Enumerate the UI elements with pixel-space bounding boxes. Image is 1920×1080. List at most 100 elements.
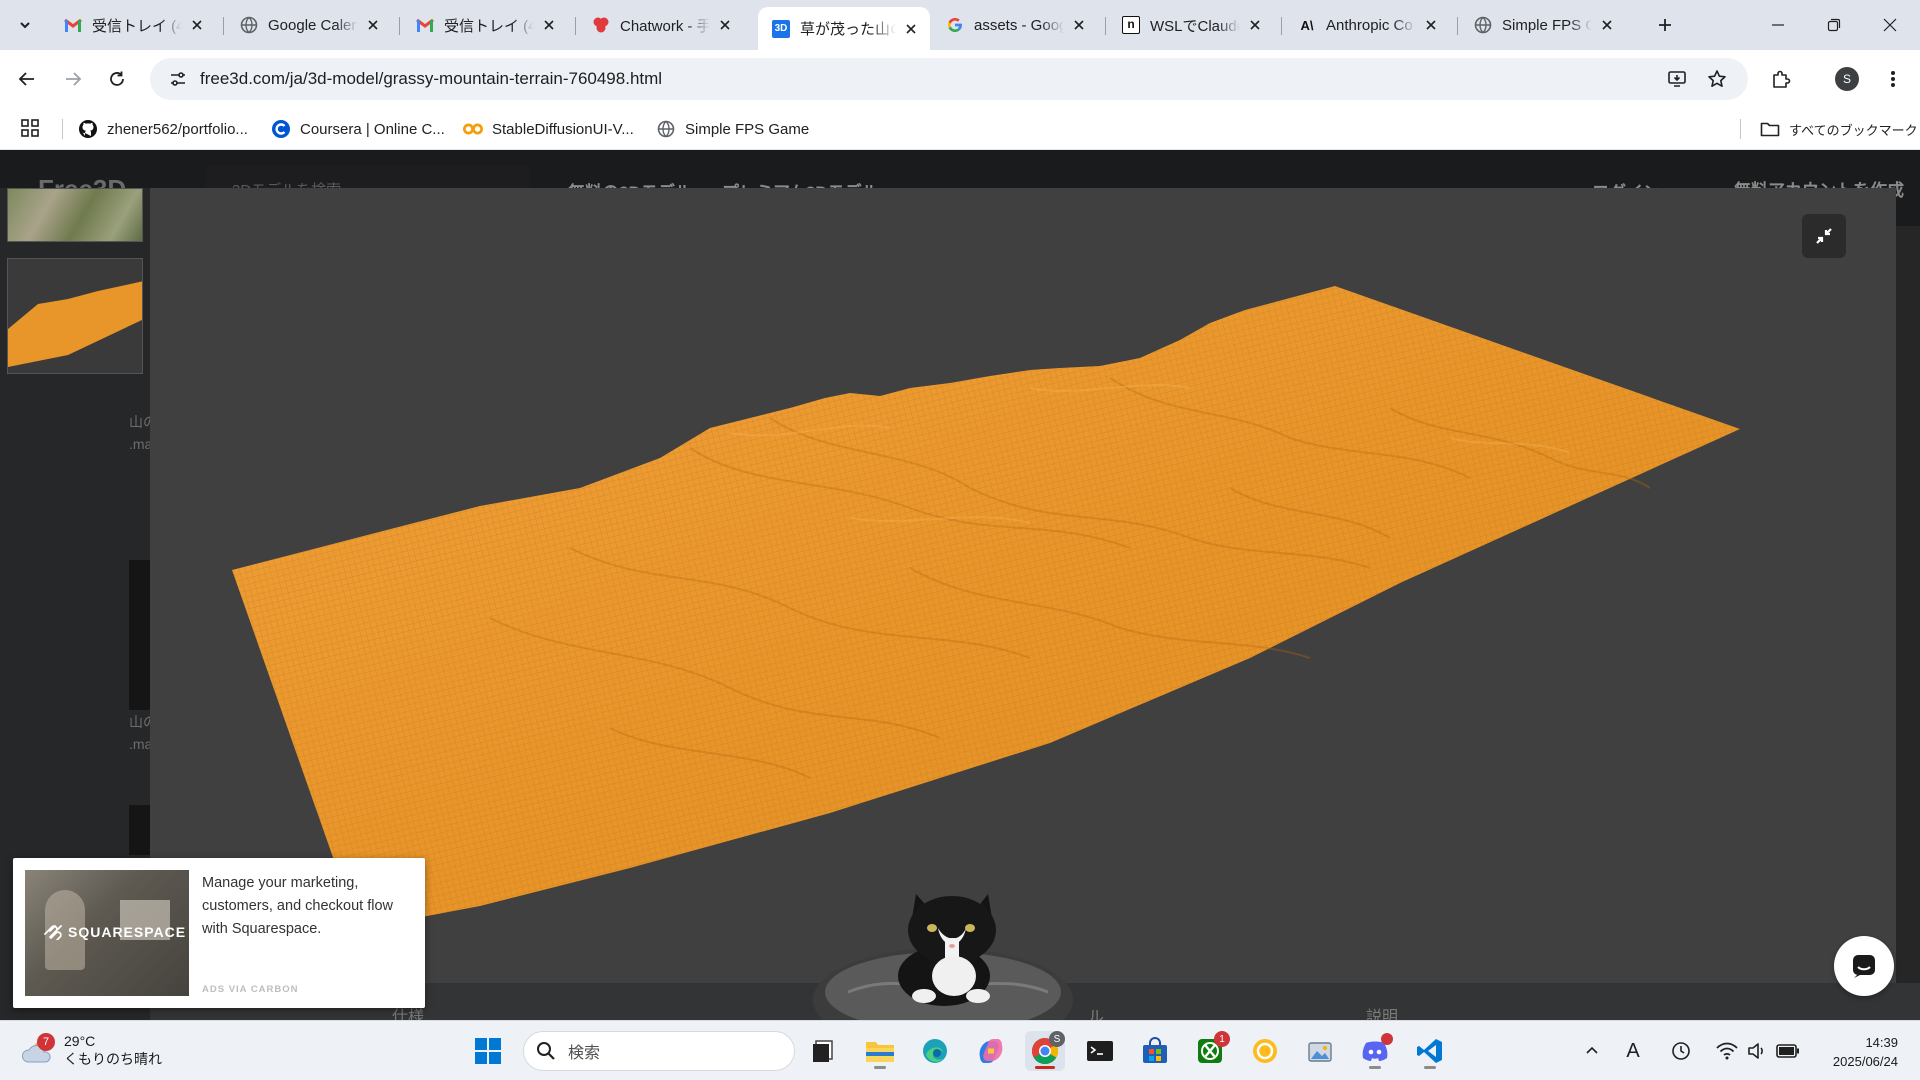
- bookmark-label: StableDiffusionUI-V...: [492, 120, 634, 138]
- close-icon[interactable]: [364, 16, 382, 34]
- ad-text[interactable]: Manage your marketing, customers, and ch…: [202, 872, 412, 941]
- norton-button[interactable]: [1245, 1031, 1285, 1071]
- weather-widget[interactable]: 7 29°C くもりのち晴れ: [20, 1029, 162, 1073]
- close-icon[interactable]: [188, 16, 206, 34]
- profile-button[interactable]: S: [1830, 62, 1864, 96]
- bookmark-simple-fps[interactable]: Simple FPS Game: [656, 108, 809, 150]
- close-icon[interactable]: [1070, 16, 1088, 34]
- thumbnail-textured[interactable]: [7, 188, 143, 242]
- close-icon[interactable]: [1246, 16, 1264, 34]
- start-button[interactable]: [468, 1031, 508, 1071]
- terrain-thumbnail-icon: [8, 281, 142, 367]
- discord-notification-dot: [1381, 1033, 1393, 1045]
- close-icon[interactable]: [1598, 16, 1616, 34]
- tab-simple-fps[interactable]: Simple FPS G: [1460, 7, 1626, 43]
- tab-google-calendar[interactable]: Google Calen: [226, 7, 392, 43]
- close-icon[interactable]: [540, 16, 558, 34]
- volume-status[interactable]: [1744, 1031, 1770, 1071]
- ad-image[interactable]: SQUARESPACE: [25, 870, 189, 996]
- tab-chatwork[interactable]: Chatwork - 手: [578, 7, 744, 43]
- site-info-icon[interactable]: [158, 58, 198, 100]
- taskbar: 7 29°C くもりのち晴れ 検索 S 1 A 14:39 2025/06/24: [0, 1020, 1920, 1080]
- weather-description: くもりのち晴れ: [64, 1051, 162, 1067]
- xbox-button[interactable]: 1: [1190, 1031, 1230, 1071]
- discord-button[interactable]: [1355, 1031, 1395, 1071]
- running-indicator: [1424, 1066, 1436, 1069]
- taskview-icon: [813, 1040, 833, 1062]
- taskview-button[interactable]: [803, 1031, 843, 1071]
- close-window-button[interactable]: [1862, 0, 1918, 50]
- sidebar-preview: [129, 805, 150, 855]
- xbox-notification-badge: 1: [1214, 1031, 1230, 1047]
- bookmarks-bar: zhener562/portfolio... Coursera | Online…: [0, 108, 1920, 150]
- tray-overflow-button[interactable]: [1580, 1031, 1604, 1071]
- address-bar[interactable]: free3d.com/ja/3d-model/grassy-mountain-t…: [150, 58, 1748, 100]
- battery-status[interactable]: [1774, 1031, 1802, 1071]
- close-icon[interactable]: [716, 16, 734, 34]
- collapse-icon: [1816, 228, 1832, 244]
- forward-button[interactable]: [56, 62, 90, 96]
- tab-gmail-1[interactable]: 受信トレイ (45: [50, 7, 216, 43]
- install-app-button[interactable]: [1660, 58, 1694, 100]
- globe-icon: [1474, 16, 1492, 34]
- vscode-button[interactable]: [1410, 1031, 1450, 1071]
- bookmark-label: zhener562/portfolio...: [107, 120, 248, 138]
- edge-button[interactable]: [915, 1031, 955, 1071]
- folder-icon: [1760, 119, 1780, 139]
- running-indicator: [874, 1066, 886, 1069]
- chrome-profile-badge: S: [1049, 1031, 1065, 1047]
- minimize-button[interactable]: [1750, 0, 1806, 50]
- focus-button[interactable]: [1668, 1031, 1694, 1071]
- search-icon: [537, 1042, 555, 1060]
- photos-button[interactable]: [1300, 1031, 1340, 1071]
- new-tab-button[interactable]: [1650, 10, 1680, 40]
- reload-button[interactable]: [100, 62, 134, 96]
- squarespace-logo: SQUARESPACE: [43, 924, 186, 940]
- tab-wsl-claude[interactable]: n WSLでClaude: [1108, 7, 1274, 43]
- norton-icon: [1253, 1039, 1277, 1063]
- ad-via-label[interactable]: ADS VIA CARBON: [202, 984, 299, 995]
- thumbnail-wireframe[interactable]: [7, 258, 143, 374]
- chatwork-icon: [592, 16, 610, 34]
- tab-anthropic[interactable]: A\ Anthropic Co: [1284, 7, 1450, 43]
- tab-title: 受信トレイ (45: [444, 17, 534, 35]
- bookmark-stablediffusion[interactable]: StableDiffusionUI-V...: [463, 108, 634, 150]
- clock-time: 14:39: [1865, 1035, 1898, 1050]
- chrome-button[interactable]: S: [1025, 1031, 1065, 1071]
- back-button[interactable]: [10, 62, 44, 96]
- wifi-status[interactable]: [1714, 1031, 1740, 1071]
- copilot-button[interactable]: [971, 1031, 1011, 1071]
- tab-separator: [1457, 17, 1458, 35]
- ime-indicator[interactable]: A: [1620, 1031, 1646, 1071]
- taskbar-search[interactable]: 検索: [523, 1031, 795, 1071]
- store-button[interactable]: [1135, 1031, 1175, 1071]
- exit-fullscreen-button[interactable]: [1802, 214, 1846, 258]
- extensions-button[interactable]: [1764, 62, 1798, 96]
- tab-assets-google[interactable]: assets - Goog: [932, 7, 1098, 43]
- tab-separator: [399, 17, 400, 35]
- terminal-button[interactable]: [1080, 1031, 1120, 1071]
- all-bookmarks-button[interactable]: すべてのブックマーク: [1760, 108, 1918, 150]
- bookmark-star-button[interactable]: [1700, 58, 1734, 100]
- file-explorer-button[interactable]: [860, 1031, 900, 1071]
- tab-gmail-2[interactable]: 受信トレイ (45: [402, 7, 568, 43]
- tab-free3d-active[interactable]: 3D 草が茂った山の: [758, 7, 930, 50]
- weather-badge: 7: [37, 1033, 55, 1051]
- clock[interactable]: 14:39 2025/06/24: [1814, 1033, 1898, 1071]
- close-icon[interactable]: [902, 20, 920, 38]
- tab-search-button[interactable]: [10, 10, 40, 40]
- menu-button[interactable]: [1876, 62, 1910, 96]
- bookmark-label: Coursera | Online C...: [300, 120, 445, 138]
- tab-separator: [1105, 17, 1106, 35]
- active-indicator: [1035, 1066, 1055, 1069]
- description-heading: 説明: [1366, 1009, 1399, 1020]
- restore-button[interactable]: [1806, 0, 1862, 50]
- apps-grid-icon[interactable]: [20, 118, 44, 142]
- bookmark-github[interactable]: zhener562/portfolio...: [78, 108, 248, 150]
- chat-widget-button[interactable]: [1834, 936, 1894, 996]
- install-icon: [1668, 71, 1686, 87]
- ad-card[interactable]: SQUARESPACE Manage your marketing, custo…: [13, 858, 425, 1008]
- bookmark-coursera[interactable]: Coursera | Online C...: [271, 108, 445, 150]
- close-icon[interactable]: [1422, 16, 1440, 34]
- tab-separator: [1281, 17, 1282, 35]
